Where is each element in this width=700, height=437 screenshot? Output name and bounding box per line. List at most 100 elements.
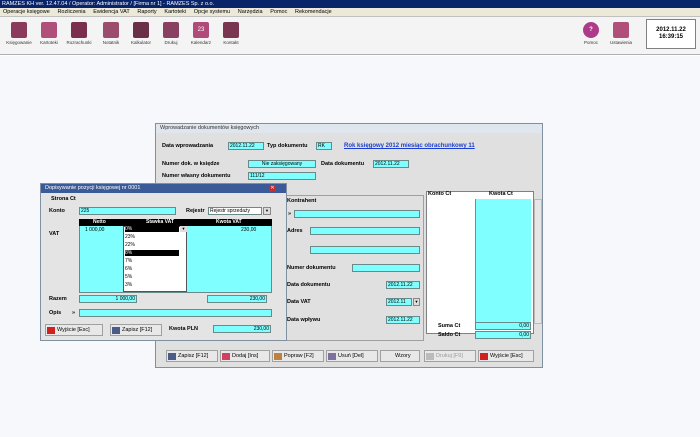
menu-ewidencja-vat[interactable]: Ewidencja VAT [90, 8, 132, 17]
rok-link[interactable]: Rok księgowy 2012 miesiąc obrachunkowy 1… [344, 143, 475, 149]
toolbar-help[interactable]: ? Pomoc [574, 20, 608, 54]
stawka-dropdown-icon[interactable]: ▼ [180, 226, 187, 232]
menu-narzedzia[interactable]: Narzędzia [235, 8, 266, 17]
menu-opcje[interactable]: Opcje systemu [191, 8, 233, 17]
save-icon [168, 353, 176, 360]
data-dokumentu-label: Data dokumentu [287, 282, 331, 288]
posting-zapisz-button[interactable]: Zapisz [F12] [110, 324, 162, 336]
usun-button[interactable]: Usuń [Del] [326, 350, 378, 362]
konto-field[interactable]: 225 [79, 207, 176, 215]
kontrahent-field[interactable] [294, 210, 420, 218]
kontrahent-label: Kontrahent [287, 198, 317, 204]
rate-option-23[interactable]: 23% [125, 234, 135, 240]
konto-label: Konto [49, 208, 65, 214]
vat-table-header [79, 219, 272, 226]
rate-option-6[interactable]: 6% [125, 266, 132, 272]
calendar-icon: 23 [193, 22, 209, 38]
data-vat-field[interactable]: 2012.11 [386, 298, 412, 306]
opis-arrow-icon[interactable]: » [72, 310, 75, 316]
netto-header: Netto [93, 219, 106, 225]
app-title: RAMZES KH ver. 12.47.04 / Operator: Admi… [2, 1, 215, 7]
stawka-current[interactable]: 0% [125, 226, 179, 232]
typ-field[interactable]: RK [316, 142, 332, 150]
save-icon [112, 327, 120, 334]
plus-icon [222, 353, 230, 360]
drukuj-button[interactable]: Drukuj [F9] [424, 350, 476, 362]
razem-label: Razem [49, 296, 67, 302]
rate-option-22[interactable]: 22% [125, 242, 135, 248]
nr-dok-label: Numer dokumentu [287, 265, 336, 271]
data-wprowadzania-field[interactable]: 2012.11.22 [228, 142, 264, 150]
arrows-icon [71, 22, 87, 38]
data-wplywu-field[interactable]: 2012.11.22 [386, 316, 420, 324]
close-icon [47, 327, 55, 334]
razem-vat: 230,00 [207, 295, 267, 303]
nr-wlasny-label: Numer własny dokumentu [162, 173, 231, 179]
menu-rozliczenia[interactable]: Rozliczenia [54, 8, 88, 17]
kwota-ct-header: Kwota Ct [489, 191, 513, 197]
netto-value[interactable]: 1 000,00 [85, 227, 104, 233]
zapisz-button[interactable]: Zapisz [F12] [166, 350, 218, 362]
kwota-pln-field[interactable]: 230,00 [213, 325, 271, 333]
calculator-icon [133, 22, 149, 38]
vat-label: VAT [49, 231, 60, 237]
data-wplywu-label: Data wpływu [287, 317, 321, 323]
rate-option-8-selected[interactable]: 8% [125, 250, 179, 256]
posting-window: Dopisywanie pozycji księgowej nr 0001 ✕ … [40, 183, 287, 341]
toolbar-drukuj[interactable]: Drukuj [154, 20, 188, 54]
toolbar-kartoteki[interactable]: Kartoteki [32, 20, 66, 54]
kwota-vat-value[interactable]: 230,00 [241, 227, 256, 233]
nr-wlasny-field[interactable]: 111/12 [248, 172, 316, 180]
menu-kartoteki[interactable]: Kartoteki [161, 8, 189, 17]
rejestr-dropdown-icon[interactable]: ▼ [263, 207, 271, 215]
menu-rekomendacje[interactable]: Rekomendacje [292, 8, 335, 17]
data-vat-label: Data VAT [287, 299, 311, 305]
data-dokumentu-field[interactable]: 2012.11.22 [386, 281, 420, 289]
data-vat-dropdown-icon[interactable]: ▼ [413, 298, 420, 306]
menu-raporty[interactable]: Raporty [134, 8, 159, 17]
posting-wyjscie-button[interactable]: Wyjście [Esc] [45, 324, 103, 336]
kwota-vat-header: Kwota VAT [216, 219, 242, 225]
rate-option-3[interactable]: 3% [125, 282, 132, 288]
close-icon[interactable]: ✕ [269, 185, 276, 192]
opis-field[interactable] [79, 309, 272, 317]
rate-option-5[interactable]: 5% [125, 274, 132, 280]
toolbar-kalendarz[interactable]: 23 Kalendarz [184, 20, 218, 54]
kwota-ct-column[interactable] [475, 199, 531, 324]
close-icon [480, 353, 488, 360]
toolbar-kalkulator[interactable]: Kalkulator [124, 20, 158, 54]
ct-scrollbar[interactable] [534, 199, 542, 324]
rejestr-select[interactable]: Rejestr sprzedaży [208, 207, 262, 215]
posting-window-title: Dopisywanie pozycji księgowej nr 0001 [41, 184, 286, 193]
toolbar: Księgowanie Kartoteki Rozrachunki Notatn… [0, 17, 700, 55]
data-dok-label: Data dokumentu [321, 161, 365, 167]
menu-pomoc[interactable]: Pomoc [267, 8, 290, 17]
tools-icon [613, 22, 629, 38]
folder-icon [41, 22, 57, 38]
popraw-button[interactable]: Popraw [F2] [272, 350, 324, 362]
menu-bar: Operacje księgowe Rozliczenia Ewidencja … [0, 8, 700, 17]
kontrahent-arrow-icon[interactable]: » [288, 211, 291, 217]
toolbar-notatnik[interactable]: Notatnik [94, 20, 128, 54]
phone-icon [223, 22, 239, 38]
toolbar-ksiegowanie[interactable]: Księgowanie [2, 20, 36, 54]
toolbar-rozrachunki[interactable]: Rozrachunki [62, 20, 96, 54]
data-dok-field[interactable]: 2012.11.22 [373, 160, 409, 168]
trash-icon [328, 353, 336, 360]
toolbar-kontakt[interactable]: Kontakt [214, 20, 248, 54]
saldo-ct-label: Saldo Ct [438, 332, 461, 338]
menu-operacje[interactable]: Operacje księgowe [0, 8, 53, 17]
strona-label: Strona Ct [51, 196, 76, 202]
adres-field-1[interactable] [310, 227, 420, 235]
toolbar-settings[interactable]: Ustawienia [604, 20, 638, 54]
saldo-ct-field: 0,00 [475, 331, 531, 339]
rate-option-7[interactable]: 7% [125, 258, 132, 264]
dodaj-button[interactable]: Dodaj [Ins] [220, 350, 270, 362]
printer-icon [163, 22, 179, 38]
nr-dok-field[interactable] [352, 264, 420, 272]
wyjscie-button[interactable]: Wyjście [Esc] [478, 350, 534, 362]
wzory-button[interactable]: Wzory [380, 350, 420, 362]
nr-ksiedze-label: Numer dok. w księdze [162, 161, 220, 167]
clock-date: 2012.11.22 [656, 27, 686, 33]
adres-field-2[interactable] [310, 246, 420, 254]
